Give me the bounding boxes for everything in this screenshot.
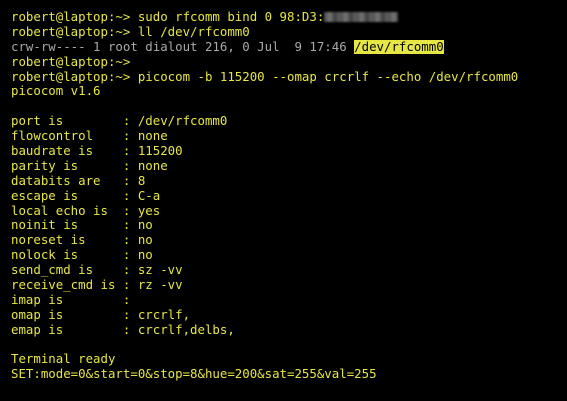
- terminal-line-21: omap is : crcrlf,: [11, 307, 191, 322]
- terminal-line-20: imap is :: [11, 292, 131, 307]
- terminal-line-8: port is : /dev/rfcomm0: [11, 114, 228, 129]
- terminal-line-24: Terminal ready: [11, 352, 116, 367]
- terminal-line-19: receive_cmd is : rz -vv: [11, 278, 183, 293]
- terminal-line-18: send_cmd is : sz -vv: [11, 263, 183, 278]
- terminal-line-22: emap is : crcrlf,delbs,: [11, 322, 235, 337]
- terminal-line-3: crw-rw---- 1 root dialout 216, 0 Jul 9 1…: [11, 39, 567, 55]
- terminal-line-11: parity is : none: [11, 158, 168, 173]
- terminal-line-4: robert@laptop:~>: [11, 54, 131, 69]
- ls-output: crw-rw---- 1 root dialout 216, 0 Jul 9 1…: [11, 39, 355, 54]
- terminal-line-2: robert@laptop:~> ll /dev/rfcomm0: [11, 24, 250, 39]
- terminal-line-17: nolock is : no: [11, 248, 153, 263]
- terminal-line-23: [11, 338, 567, 353]
- terminal-line-5: robert@laptop:~> picocom -b 115200 --oma…: [11, 69, 519, 84]
- device-path-highlight: /dev/rfcomm0: [354, 39, 444, 54]
- terminal-line-25: SET:mode=0&start=0&stop=8&hue=200&sat=25…: [11, 367, 377, 382]
- terminal-line-7: [11, 99, 567, 114]
- terminal-window[interactable]: robert@laptop:~> sudo rfcomm bind 0 98:D…: [0, 0, 567, 401]
- terminal-line-16: noreset is : no: [11, 233, 153, 248]
- command-rfcomm-bind: robert@laptop:~> sudo rfcomm bind 0 98:D…: [11, 10, 325, 24]
- terminal-line-10: baudrate is : 115200: [11, 144, 183, 159]
- redacted-mac-address: [324, 11, 399, 22]
- terminal-line-14: local echo is : yes: [11, 203, 161, 218]
- terminal-line-6: picocom v1.6: [11, 84, 101, 99]
- terminal-line-1: robert@laptop:~> sudo rfcomm bind 0 98:D…: [11, 10, 567, 25]
- terminal-line-13: escape is : C-a: [11, 188, 161, 203]
- terminal-line-9: flowcontrol : none: [11, 129, 168, 144]
- terminal-line-12: databits are : 8: [11, 173, 146, 188]
- terminal-line-15: noinit is : no: [11, 218, 153, 233]
